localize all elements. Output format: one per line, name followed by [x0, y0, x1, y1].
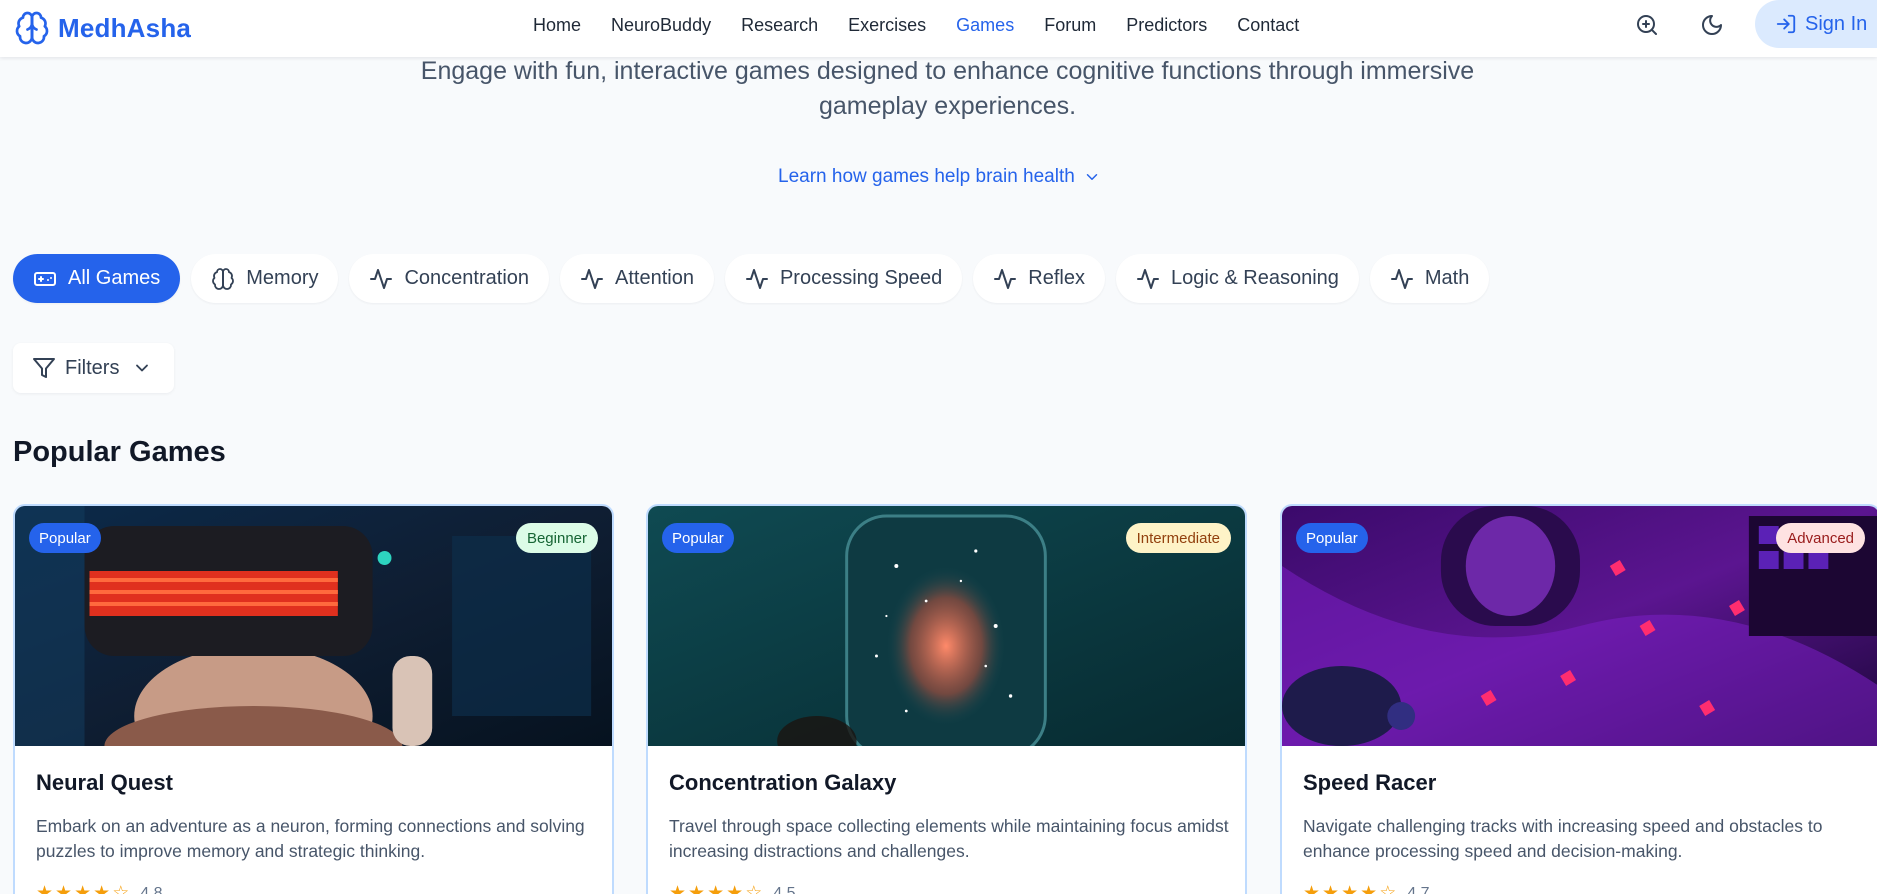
- star-icon: ★: [93, 883, 111, 894]
- star-icon: ★: [1360, 883, 1378, 894]
- popular-badge: Popular: [1296, 523, 1368, 553]
- activity-icon: [1390, 268, 1413, 289]
- activity-icon: [370, 268, 393, 289]
- popular-badge: Popular: [662, 523, 734, 553]
- game-card-concentration-galaxy[interactable]: Popular Intermediate Concentration Galax…: [646, 504, 1247, 894]
- category-label: Reflex: [1028, 267, 1085, 289]
- rating-value: 4.7: [1407, 884, 1430, 894]
- game-description: Embark on an adventure as a neuron, form…: [36, 816, 585, 861]
- star-icon: ★: [707, 883, 725, 894]
- category-label: Attention: [615, 267, 694, 289]
- gamepad-icon: [34, 271, 56, 286]
- filters-dropdown-button[interactable]: Filters: [13, 343, 174, 393]
- half-star-icon: ☆: [745, 883, 763, 894]
- star-icon: ★: [1341, 883, 1359, 894]
- category-label: Processing Speed: [779, 267, 943, 289]
- chevron-down-icon: [136, 364, 149, 372]
- category-attention[interactable]: Attention: [560, 254, 714, 303]
- category-all-games[interactable]: All Games: [13, 254, 181, 303]
- learn-more-link[interactable]: Learn how games help brain health: [778, 166, 1101, 188]
- popular-badge: Popular: [29, 523, 101, 553]
- category-processing-speed[interactable]: Processing Speed: [724, 254, 963, 303]
- moon-icon: [1702, 15, 1722, 35]
- brand-logo[interactable]: MedhAsha: [14, 6, 191, 50]
- game-title: Concentration Galaxy: [669, 770, 897, 795]
- category-label: All Games: [68, 267, 161, 289]
- sign-in-label: Sign In: [1805, 12, 1868, 35]
- filter-icon: [33, 358, 55, 378]
- category-concentration[interactable]: Concentration: [349, 254, 550, 303]
- game-card-speed-racer[interactable]: Popular Advanced Speed Racer Navigate ch…: [1280, 504, 1877, 894]
- learn-more-label: Learn how games help brain health: [778, 166, 1075, 187]
- category-label: Logic & Reasoning: [1171, 267, 1339, 289]
- nav-exercises[interactable]: Exercises: [848, 15, 926, 36]
- nav-games[interactable]: Games: [956, 15, 1014, 36]
- game-thumbnail: Popular Advanced: [1282, 506, 1877, 746]
- difficulty-badge: Beginner: [515, 523, 598, 553]
- activity-icon: [1137, 268, 1159, 289]
- section-title-popular-games: Popular Games: [13, 436, 226, 468]
- activity-icon: [581, 268, 604, 289]
- top-navbar: MedhAsha Home NeuroBuddy Research Exerci…: [0, 0, 1877, 57]
- category-reflex[interactable]: Reflex: [973, 254, 1105, 303]
- filters-label: Filters: [65, 356, 120, 379]
- nav-research[interactable]: Research: [741, 15, 818, 36]
- rating-value: 4.8: [140, 884, 163, 894]
- nav-neurobuddy[interactable]: NeuroBuddy: [611, 15, 711, 36]
- game-rating: ★ ★ ★ ★ ☆ 4.7: [1303, 884, 1429, 894]
- zoom-in-icon: [1637, 15, 1657, 35]
- category-label: Concentration: [404, 267, 530, 289]
- hero-subtitle: Engage with fun, interactive games desig…: [420, 57, 1475, 120]
- brain-icon: [212, 267, 235, 290]
- star-icon: ★: [688, 883, 706, 894]
- category-filter-bar: All Games Memory Concentration Attention…: [13, 254, 1490, 303]
- star-icon: ★: [726, 883, 744, 894]
- game-title: Speed Racer: [1303, 770, 1437, 795]
- game-description: Travel through space collecting elements…: [669, 816, 1229, 861]
- half-star-icon: ☆: [1379, 883, 1397, 894]
- star-icon: ★: [74, 883, 92, 894]
- game-thumbnail: Popular Beginner: [15, 506, 612, 746]
- half-star-icon: ☆: [112, 883, 130, 894]
- nav-predictors[interactable]: Predictors: [1126, 15, 1207, 36]
- theme-toggle-button[interactable]: [1694, 8, 1730, 42]
- chevron-down-icon: [1086, 174, 1098, 180]
- category-memory[interactable]: Memory: [191, 254, 339, 303]
- nav-home[interactable]: Home: [533, 15, 581, 36]
- activity-icon: [745, 268, 768, 289]
- game-thumbnail: Popular Intermediate: [648, 506, 1245, 746]
- main-nav: Home NeuroBuddy Research Exercises Games…: [533, 0, 1329, 50]
- rating-value: 4.5: [773, 884, 796, 894]
- star-icon: ★: [55, 883, 73, 894]
- brain-logo-icon: [15, 11, 49, 45]
- nav-forum[interactable]: Forum: [1044, 15, 1096, 36]
- game-card-neural-quest[interactable]: Popular Beginner Neural Quest Embark on …: [13, 504, 614, 894]
- zoom-button[interactable]: [1629, 8, 1665, 42]
- category-label: Memory: [246, 267, 319, 289]
- brand-name: MedhAsha: [58, 12, 192, 43]
- game-rating: ★ ★ ★ ★ ☆ 4.5: [669, 884, 795, 894]
- category-logic-reasoning[interactable]: Logic & Reasoning: [1116, 254, 1359, 303]
- sign-in-button[interactable]: Sign In: [1755, 0, 1877, 48]
- star-icon: ★: [1303, 883, 1321, 894]
- difficulty-badge: Advanced: [1776, 523, 1865, 553]
- game-rating: ★ ★ ★ ★ ☆ 4.8: [36, 884, 162, 894]
- difficulty-badge: Intermediate: [1125, 523, 1231, 553]
- activity-icon: [994, 268, 1017, 289]
- log-in-icon: [1776, 14, 1796, 34]
- game-description: Navigate challenging tracks with increas…: [1303, 816, 1823, 861]
- star-icon: ★: [669, 883, 687, 894]
- star-icon: ★: [1322, 883, 1340, 894]
- nav-contact[interactable]: Contact: [1237, 15, 1299, 36]
- category-label: Math: [1424, 267, 1470, 289]
- star-icon: ★: [36, 883, 54, 894]
- category-math[interactable]: Math: [1369, 254, 1490, 303]
- game-title: Neural Quest: [36, 770, 173, 795]
